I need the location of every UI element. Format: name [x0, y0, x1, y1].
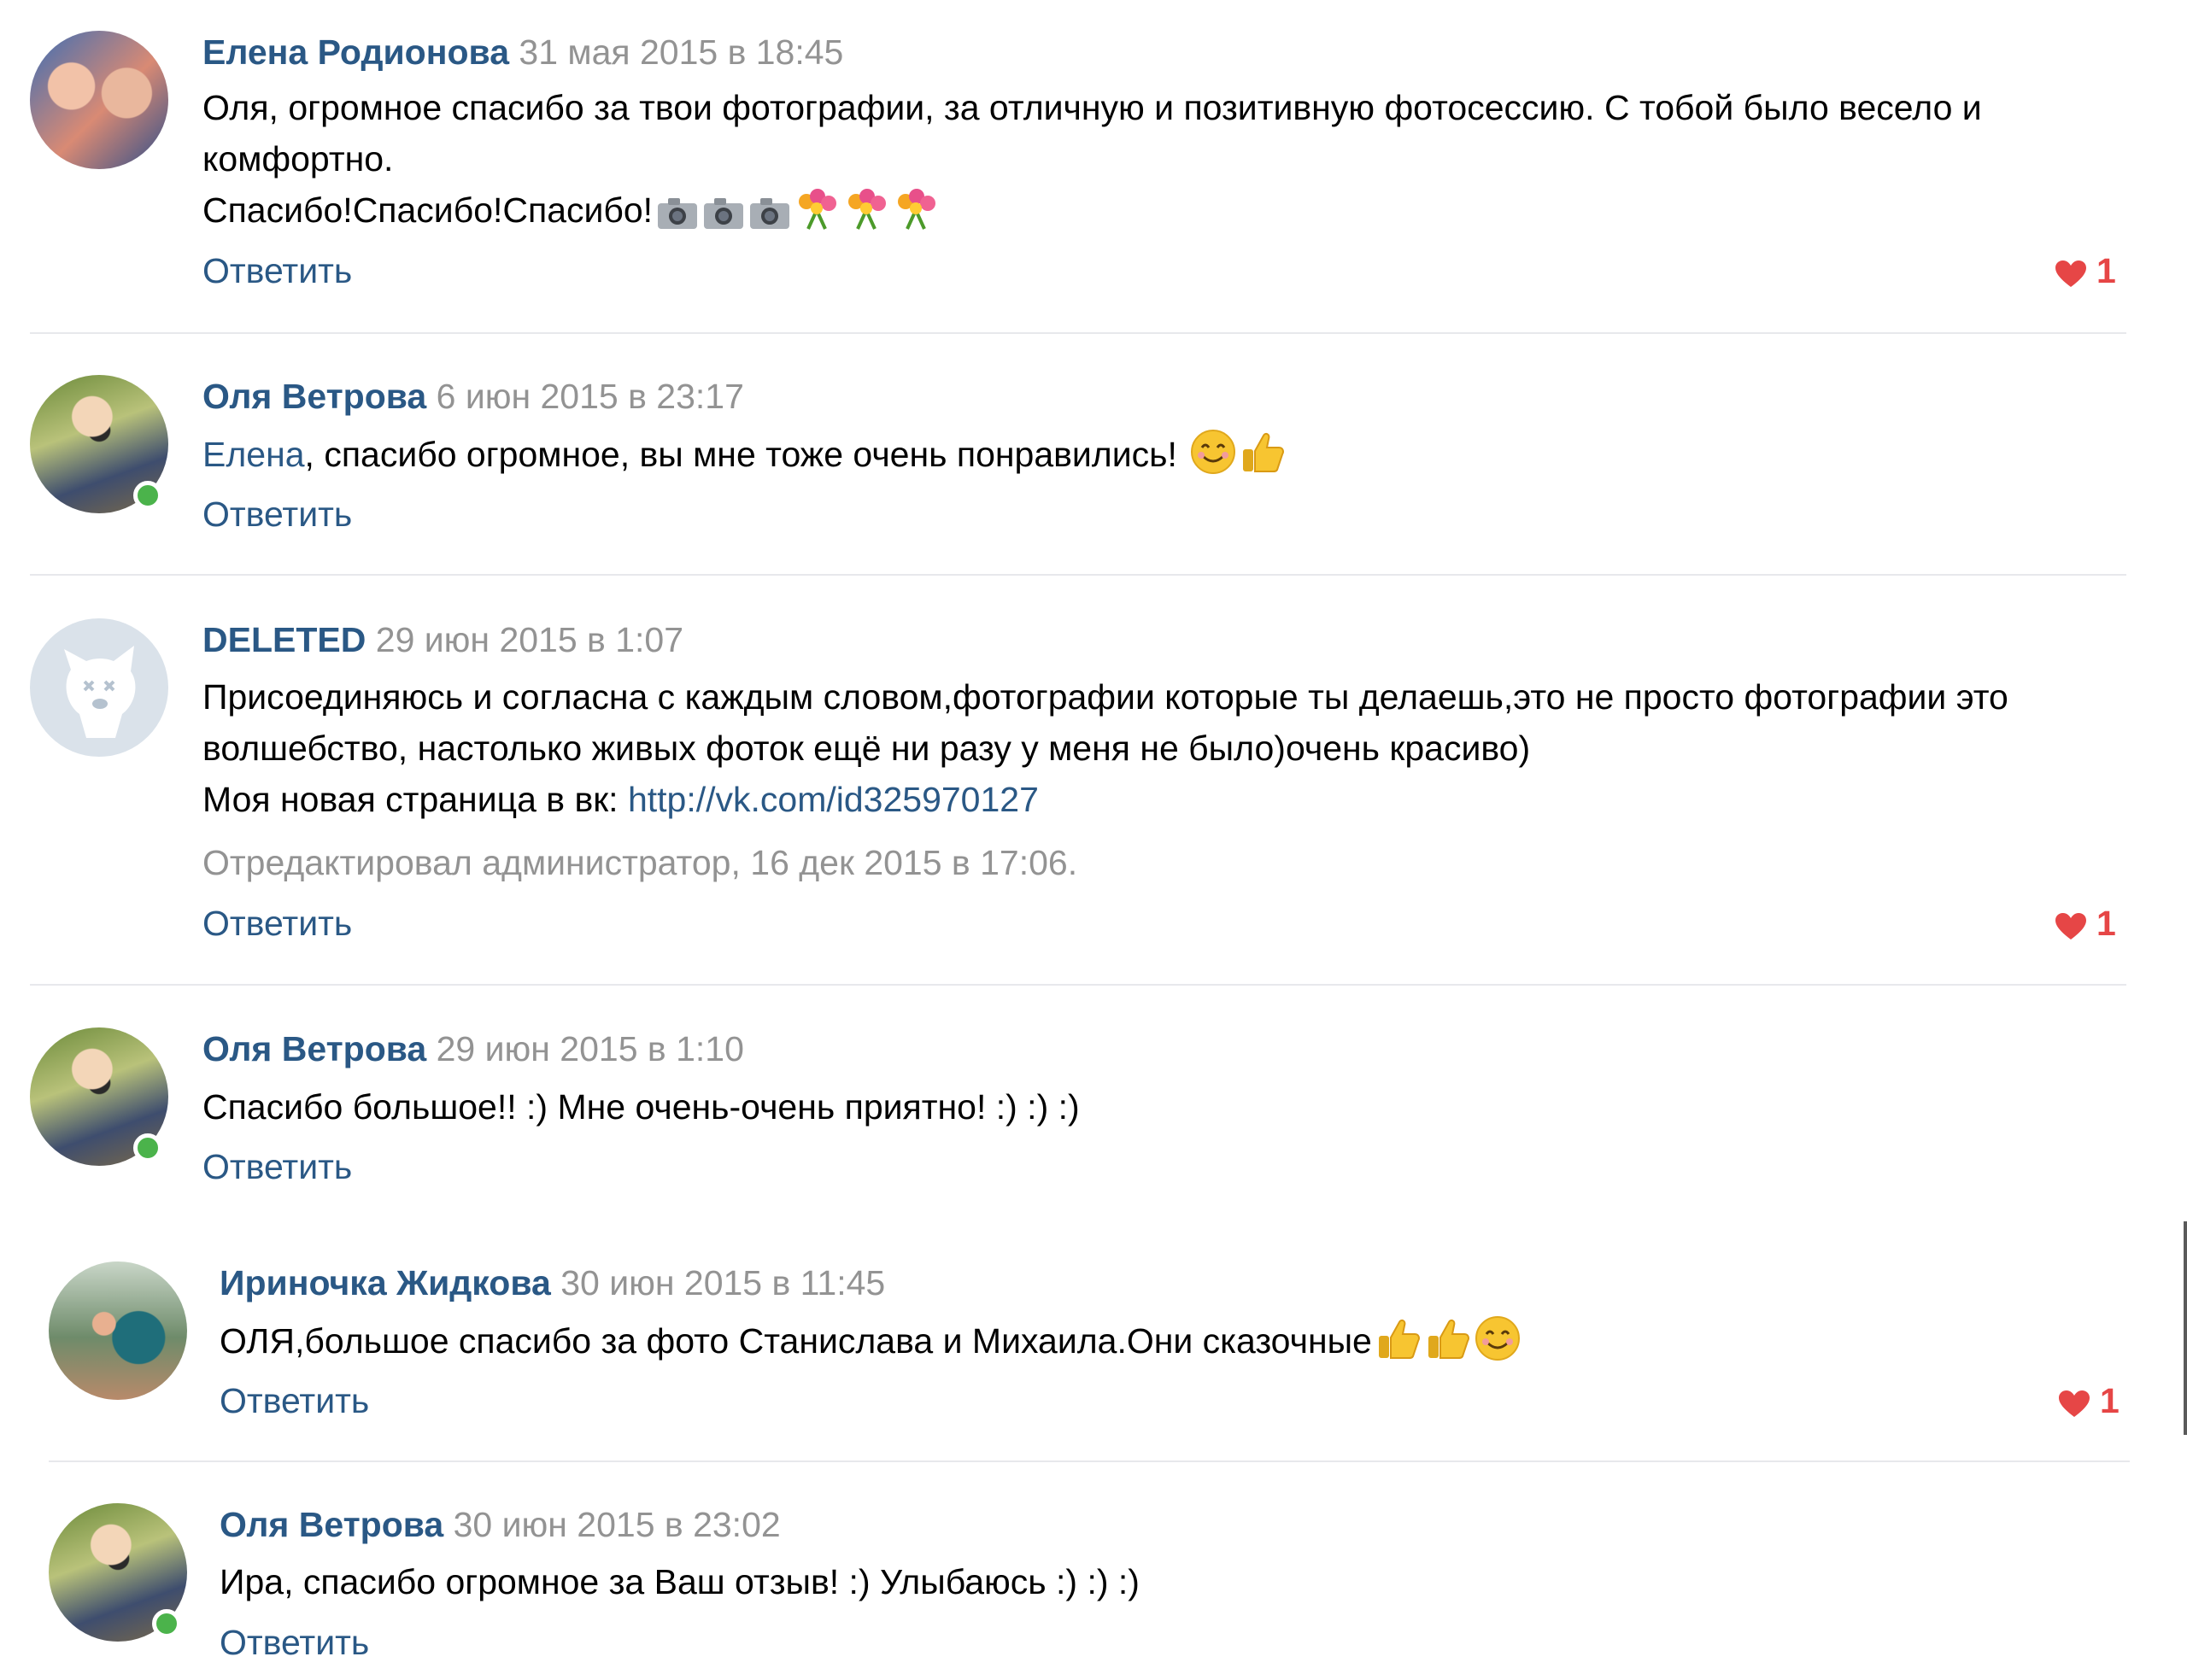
author-name[interactable]: Оля Ветрова — [202, 377, 426, 416]
scrollbar[interactable] — [2184, 1221, 2187, 1435]
comment-header: Ириночка Жидкова 30 июн 2015 в 11:45 — [220, 1261, 885, 1304]
comment-divider — [49, 1460, 2130, 1462]
online-indicator — [133, 1133, 162, 1162]
comment-text: Присоединяюсь и согласна с каждым словом… — [202, 671, 2008, 825]
like-button[interactable]: 1 — [2055, 249, 2116, 292]
comment-date[interactable]: 30 июн 2015 в 23:02 — [454, 1505, 781, 1544]
reply-button[interactable]: Ответить — [220, 1621, 369, 1664]
avatar[interactable] — [49, 1261, 187, 1400]
mention-link[interactable]: Елена — [202, 435, 305, 474]
comment-header: Оля Ветрова 6 июн 2015 в 23:17 — [202, 375, 744, 418]
flowers-icon — [794, 188, 841, 244]
comment-text: Ира, спасибо огромное за Ваш отзыв! :) У… — [220, 1562, 1140, 1601]
comment-date[interactable]: 30 июн 2015 в 11:45 — [560, 1263, 885, 1302]
comment-header: Оля Ветрова 29 июн 2015 в 1:10 — [202, 1027, 744, 1070]
flowers-icon — [894, 188, 940, 244]
smile-icon — [1475, 1315, 1521, 1375]
camera-icon — [748, 193, 791, 244]
flowers-icon — [844, 188, 890, 244]
deleted-dog-icon — [64, 646, 136, 738]
reply-button[interactable]: Ответить — [202, 902, 352, 945]
comment-divider — [30, 984, 2126, 986]
comment-text-line: Присоединяюсь и согласна с каждым словом… — [202, 677, 2008, 717]
comment-text-line: комфортно. — [202, 139, 394, 179]
author-name[interactable]: DELETED — [202, 620, 366, 659]
comment-divider — [30, 574, 2126, 576]
like-count: 1 — [2100, 1381, 2120, 1420]
comment-text-line: Спасибо!Спасибо!Спасибо! — [202, 184, 1982, 244]
avatar[interactable] — [30, 31, 168, 169]
online-indicator — [152, 1609, 181, 1638]
like-button[interactable]: 1 — [2055, 902, 2116, 945]
thumbs-up-icon — [1240, 429, 1286, 489]
heart-icon — [2059, 1390, 2090, 1417]
online-indicator — [133, 481, 162, 510]
comment-text-body: ОЛЯ,большое спасибо за фото Станислава и… — [220, 1321, 1372, 1361]
comment-text-line: Моя новая страница в вк: http://vk.com/i… — [202, 774, 2008, 825]
comment-date[interactable]: 6 июн 2015 в 23:17 — [437, 377, 744, 416]
smile-icon — [1190, 429, 1236, 489]
author-name[interactable]: Елена Родионова — [202, 32, 509, 72]
comment-date[interactable]: 29 июн 2015 в 1:10 — [437, 1029, 744, 1068]
comment-header: Елена Родионова 31 мая 2015 в 18:45 — [202, 31, 843, 73]
like-button[interactable]: 1 — [2059, 1379, 2120, 1422]
thumbs-up-icon — [1375, 1315, 1422, 1375]
comment-divider — [30, 332, 2126, 334]
comment-text: Елена, спасибо огромное, вы мне тоже оче… — [202, 429, 1286, 489]
comment-text: Спасибо большое!! :) Мне очень-очень при… — [202, 1087, 1080, 1127]
author-name[interactable]: Оля Ветрова — [220, 1505, 443, 1544]
profile-link[interactable]: http://vk.com/id325970127 — [628, 780, 1039, 819]
comment-header: DELETED 29 июн 2015 в 1:07 — [202, 618, 683, 661]
comment-text: Оля, огромное спасибо за твои фотографии… — [202, 82, 1982, 244]
camera-icon — [702, 193, 745, 244]
like-count: 1 — [2096, 251, 2116, 290]
comment-text-body: , спасибо огромное, вы мне тоже очень по… — [304, 435, 1177, 474]
like-count: 1 — [2096, 904, 2116, 943]
avatar[interactable] — [30, 618, 168, 757]
comment-text-line: Спасибо!Спасибо!Спасибо! — [202, 190, 654, 230]
comment-text-line: Оля, огромное спасибо за твои фотографии… — [202, 88, 1982, 127]
author-name[interactable]: Оля Ветрова — [202, 1029, 426, 1068]
thumbs-up-icon — [1425, 1315, 1471, 1375]
reply-button[interactable]: Ответить — [202, 493, 352, 536]
author-name[interactable]: Ириночка Жидкова — [220, 1263, 551, 1302]
camera-icon — [656, 193, 699, 244]
comment-text-line: волшебство, настолько живых фоток ещё ни… — [202, 729, 1531, 768]
comment-date[interactable]: 29 июн 2015 в 1:07 — [376, 620, 683, 659]
comment-text: ОЛЯ,большое спасибо за фото Станислава и… — [220, 1315, 1521, 1375]
heart-icon — [2055, 913, 2086, 940]
comment-header: Оля Ветрова 30 июн 2015 в 23:02 — [220, 1503, 781, 1546]
reply-button[interactable]: Ответить — [202, 1145, 352, 1188]
comment-date[interactable]: 31 мая 2015 в 18:45 — [519, 32, 843, 72]
comment-text-prefix: Моя новая страница в вк: — [202, 780, 628, 819]
heart-icon — [2055, 260, 2086, 287]
reply-button[interactable]: Ответить — [220, 1379, 369, 1422]
reply-button[interactable]: Ответить — [202, 249, 352, 292]
edited-note: Отредактировал администратор, 16 дек 201… — [202, 843, 1078, 882]
